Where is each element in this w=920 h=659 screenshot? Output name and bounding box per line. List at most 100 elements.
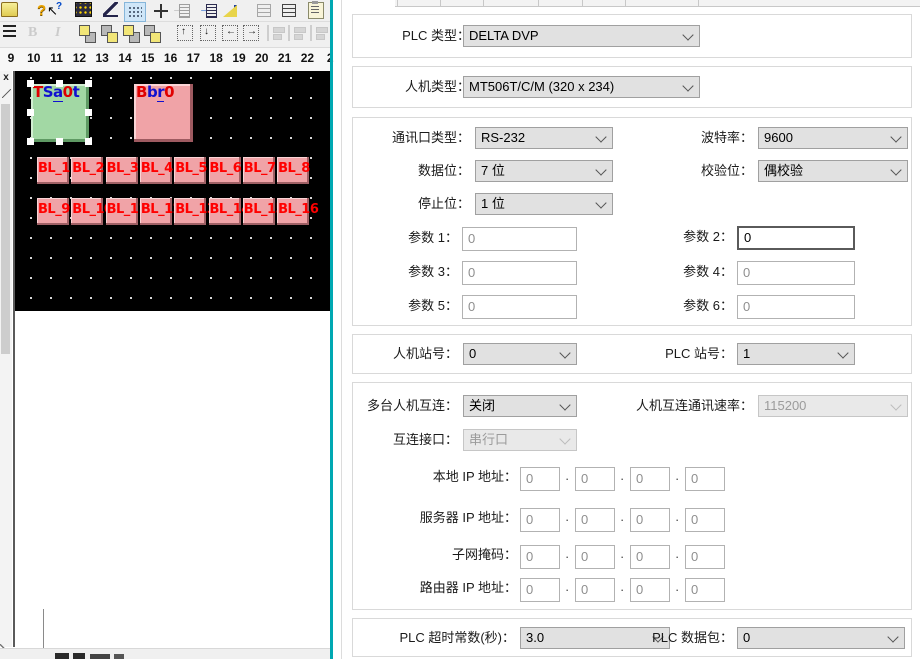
- chevron-down-icon: [837, 347, 848, 358]
- canvas-bit-lamp-button[interactable]: BL_10: [71, 198, 103, 225]
- selection-handle[interactable]: [27, 138, 34, 145]
- canvas-button-start[interactable]: TSa0t: [31, 84, 89, 142]
- ip-octet-input[interactable]: 0: [575, 467, 615, 491]
- chevron-down-icon: [595, 197, 606, 208]
- object-list-2-icon[interactable]: [280, 2, 298, 20]
- canvas-bit-lamp-button[interactable]: BL_9: [37, 198, 69, 225]
- send-back-icon[interactable]: [100, 25, 118, 43]
- canvas-bit-lamp-button[interactable]: BL_4: [140, 157, 172, 184]
- selection-handle[interactable]: [85, 138, 92, 145]
- ip-octet-input[interactable]: 0: [685, 508, 725, 532]
- object-list-icon[interactable]: [255, 2, 273, 20]
- field-label: 参数 4：: [523, 261, 733, 283]
- crosshair-icon[interactable]: [152, 2, 170, 20]
- export-library-icon[interactable]: [200, 2, 218, 20]
- selection-handle[interactable]: [85, 80, 92, 87]
- canvas-bit-lamp-button[interactable]: BL_2: [71, 157, 103, 184]
- selection-handle[interactable]: [56, 80, 63, 87]
- parity-select[interactable]: 偶校验: [758, 160, 908, 182]
- bit-lamp-label: BL_8: [278, 161, 310, 176]
- context-help-icon[interactable]: [46, 2, 64, 20]
- param-2-input[interactable]: 0: [737, 226, 855, 250]
- field-label: 人机互连通讯速率：: [543, 395, 753, 417]
- chevron-down-icon: [887, 631, 898, 642]
- canvas-bit-lamp-button[interactable]: BL_13: [174, 198, 206, 225]
- ip-octet-input[interactable]: 0: [630, 578, 670, 602]
- ip-octet-input[interactable]: 0: [630, 467, 670, 491]
- selected-value: 7 位: [481, 163, 505, 178]
- ip-octet-input[interactable]: 0: [520, 467, 560, 491]
- canvas-bit-lamp-button[interactable]: BL_16: [277, 198, 309, 225]
- canvas-bit-lamp-button[interactable]: BL_5: [174, 157, 206, 184]
- draw-text-icon[interactable]: [103, 2, 118, 17]
- resize-width-icon[interactable]: [222, 25, 238, 41]
- baud-rate-select[interactable]: 9600: [758, 127, 908, 149]
- ip-dot-separator: ·: [565, 508, 569, 532]
- canvas-bit-lamp-button[interactable]: BL_7: [243, 157, 275, 184]
- close-icon[interactable]: x: [1, 73, 11, 84]
- canvas-bit-lamp-button[interactable]: BL_1: [37, 157, 69, 184]
- canvas-bit-lamp-button[interactable]: BL_15: [243, 198, 275, 225]
- selection-handle[interactable]: [27, 80, 34, 87]
- canvas-bit-lamp-button[interactable]: BL_11: [106, 198, 138, 225]
- ip-octet-input[interactable]: 0: [575, 508, 615, 532]
- ip-octet-input[interactable]: 0: [685, 467, 725, 491]
- ip-octet-input[interactable]: 0: [520, 578, 560, 602]
- selection-handle[interactable]: [27, 109, 34, 116]
- param-4-input[interactable]: 0: [737, 261, 855, 285]
- canvas-bit-lamp-button[interactable]: BL_8: [277, 157, 309, 184]
- send-backward-icon[interactable]: [143, 25, 161, 43]
- scale-icon[interactable]: [222, 2, 240, 20]
- ip-octet-input[interactable]: 0: [685, 545, 725, 569]
- param-6-input[interactable]: 0: [737, 295, 855, 319]
- field-label: 参数 5：: [248, 295, 458, 317]
- bold-icon[interactable]: [25, 25, 43, 43]
- resize-width2-icon[interactable]: [243, 25, 259, 41]
- bit-lamp-label: BL_5: [175, 161, 207, 176]
- field-label: 校验位：: [543, 160, 753, 182]
- ip-octet-input[interactable]: 0: [630, 545, 670, 569]
- stop-bits-select[interactable]: 1 位: [475, 193, 613, 215]
- selected-value: 串行口: [469, 432, 508, 447]
- field-label: 参数 2：: [523, 226, 733, 248]
- ruler-number: 13: [92, 51, 112, 65]
- ip-octet-input[interactable]: 0: [630, 508, 670, 532]
- ip-octet-input[interactable]: 0: [685, 578, 725, 602]
- plc-type-select[interactable]: DELTA DVP: [463, 25, 700, 47]
- snap-grid-icon[interactable]: [124, 2, 146, 22]
- canvas-bit-lamp-button[interactable]: BL_3: [106, 157, 138, 184]
- field-label: 服务器 IP 地址：: [307, 507, 517, 529]
- italic-icon[interactable]: [50, 25, 68, 43]
- clipboard-icon[interactable]: [308, 2, 324, 19]
- plc-packet-select[interactable]: 0: [737, 627, 905, 649]
- resize-height2-icon[interactable]: [200, 25, 216, 41]
- ip-octet-input[interactable]: 0: [520, 545, 560, 569]
- selection-handle[interactable]: [85, 109, 92, 116]
- resize-height-icon[interactable]: [177, 25, 193, 41]
- bring-front-icon[interactable]: [78, 25, 96, 43]
- book-icon[interactable]: [1, 2, 18, 17]
- bit-lamp-label: BL_1: [38, 161, 70, 176]
- field-label: 人机类型：: [260, 76, 470, 98]
- canvas-bit-lamp-button[interactable]: BL_6: [209, 157, 241, 184]
- field-label: PLC 类型：: [260, 25, 470, 47]
- canvas-button-b[interactable]: Bbr0: [134, 84, 193, 142]
- ip-octet-input[interactable]: 0: [575, 578, 615, 602]
- ip-octet-input[interactable]: 0: [520, 508, 560, 532]
- library-icon[interactable]: [75, 2, 92, 17]
- ruler-number: 10: [24, 51, 44, 65]
- plc-station-select[interactable]: 1: [737, 343, 855, 365]
- canvas-bit-lamp-button[interactable]: BL_12: [140, 198, 172, 225]
- scrollbar-thumb[interactable]: [1, 104, 10, 354]
- link-speed-select[interactable]: 115200: [758, 395, 908, 417]
- align-text-icon[interactable]: [3, 25, 16, 37]
- hmi-type-select[interactable]: MT506T/C/M (320 x 234): [463, 76, 700, 98]
- bring-forward-icon[interactable]: [122, 25, 140, 43]
- link-port-select[interactable]: 串行口: [463, 429, 577, 451]
- underlying-window-edge: [43, 609, 44, 648]
- selection-handle[interactable]: [56, 138, 63, 145]
- canvas-bit-lamp-button[interactable]: BL_14: [209, 198, 241, 225]
- ip-octet-input[interactable]: 0: [575, 545, 615, 569]
- import-library-icon[interactable]: [173, 2, 191, 20]
- ruler-number: 17: [183, 51, 203, 65]
